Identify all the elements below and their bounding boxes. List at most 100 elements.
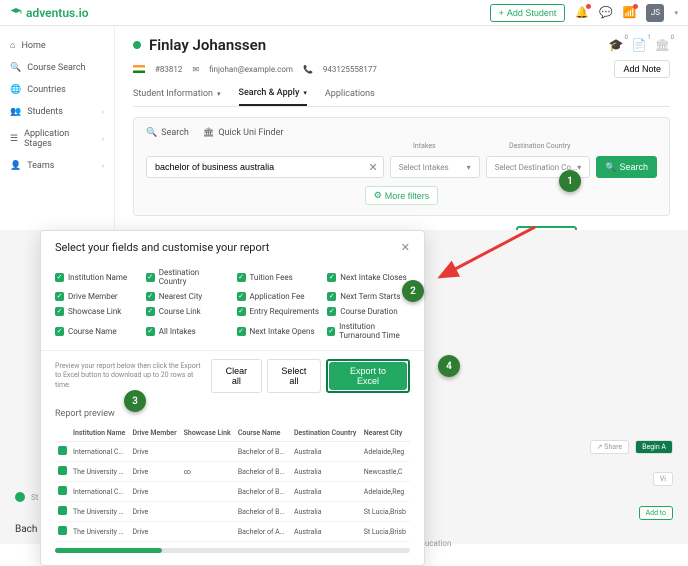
table-row[interactable]: International CollegeDriveBachelor of Bu… [55,442,410,462]
check-icon: ✓ [327,307,336,316]
sidebar-item-students[interactable]: 👥Students› [0,101,114,123]
step-2: 2 [402,280,424,302]
table-row[interactable]: International CollegeDriveBachelor of Bu… [55,482,410,502]
field-checkbox[interactable]: ✓Next Intake Closes [327,268,410,286]
row-check-icon[interactable] [58,486,67,495]
check-icon: ✓ [327,273,336,282]
preview-table: Institution NameDrive MemberShowcase Lin… [55,425,410,542]
view-bg[interactable]: Vi [653,472,673,486]
grad-icon[interactable]: 🎓0 [609,38,624,52]
tab-student-info[interactable]: Student Information▾ [133,88,221,106]
field-checkbox[interactable]: ✓Course Name [55,322,138,340]
tab-applications[interactable]: Applications [325,88,375,106]
users-icon: 👥 [10,107,21,117]
row-check-icon[interactable] [58,446,67,455]
team-icon: 👤 [10,161,21,171]
sidebar-item-course-search[interactable]: 🔍Course Search [0,57,114,79]
flag-icon [133,65,145,73]
add-student-button[interactable]: + Add Student [490,4,566,22]
student-phone: 943125558177 [323,65,377,74]
check-icon: ✓ [327,292,336,301]
check-icon: ✓ [146,292,155,301]
tabs: Student Information▾ Search & Apply▾ App… [133,88,670,107]
brand-logo[interactable]: adventus.io [10,6,89,20]
col-header: Institution Name [70,425,130,442]
table-row[interactable]: The University of QuDriveBachelor of Adv… [55,522,410,542]
field-checkbox[interactable]: ✓Application Fee [237,292,320,301]
doc-icon[interactable]: 📄1 [632,38,647,52]
add-note-button[interactable]: Add Note [614,60,670,78]
table-row[interactable]: The University of QuDriveBachelor of Bus… [55,502,410,522]
chat-icon[interactable]: 💬 [599,6,613,19]
close-icon[interactable]: ✕ [401,241,410,254]
share-bg[interactable]: ↗ Share [590,440,629,454]
search-button[interactable]: 🔍 Search [596,156,657,178]
search-icon: 🔍 [10,63,21,73]
student-email: finjohan@example.com [209,65,293,74]
field-checkbox[interactable]: ✓Showcase Link [55,307,138,316]
home-icon: ⌂ [10,40,15,51]
field-checkbox[interactable]: ✓Institution Turnaround Time [327,322,410,340]
export-modal: Select your fields and customise your re… [40,230,425,566]
field-checkbox[interactable]: ✓Drive Member [55,292,138,301]
check-icon: ✓ [237,292,246,301]
field-checkbox[interactable]: ✓Destination Country [146,268,229,286]
chevron-down-icon: ▾ [217,90,221,98]
check-icon: ✓ [237,307,246,316]
check-icon: ✓ [55,307,64,316]
begin-bg[interactable]: Begin A [635,440,673,454]
student-id: #83812 [155,65,182,74]
col-header: Showcase Link [181,425,235,442]
avatar[interactable]: JS [646,4,664,22]
select-all-button[interactable]: Select all [267,359,321,393]
export-hint: Preview your report below then click the… [55,362,205,389]
row-check-icon[interactable] [58,466,67,475]
chevron-down-icon[interactable]: ▾ [674,9,678,17]
field-checkbox[interactable]: ✓All Intakes [146,322,229,340]
clear-all-button[interactable]: Clear all [211,359,262,393]
field-checkbox[interactable]: ✓Entry Requirements [237,307,320,316]
header-mini-icons: 🎓0 📄1 🏛0 [609,38,670,52]
export-excel-button[interactable]: Export to Excel [329,362,407,390]
field-checkbox[interactable]: ✓Course Duration [327,307,410,316]
field-checkbox[interactable]: ✓Nearest City [146,292,229,301]
field-checkbox[interactable]: ✓Institution Name [55,268,138,286]
check-icon: ✓ [55,327,64,336]
rss-icon[interactable]: 📶 [623,6,637,19]
globe-icon: 🌐 [10,85,21,95]
check-icon: ✓ [327,327,335,336]
row-check-icon[interactable] [58,526,67,535]
add-bg[interactable]: Add to [639,506,673,520]
intakes-select[interactable]: Select Intakes▾ [390,156,480,178]
student-name: Finlay Johanssen [149,36,266,54]
search-link[interactable]: 🔍 Search [146,128,189,138]
table-row[interactable]: The University of NeDrive∞Bachelor of Bu… [55,462,410,482]
field-checkbox[interactable]: ✓Next Term Starts [327,292,410,301]
check-icon: ✓ [146,273,155,282]
scroll-track[interactable] [55,548,410,553]
sidebar-item-home[interactable]: ⌂Home [0,34,114,57]
intakes-label: Intakes [413,142,503,150]
quick-finder-link[interactable]: 🏛 Quick Uni Finder [203,128,284,138]
sidebar-item-teams[interactable]: 👤Teams› [0,155,114,177]
bank-icon[interactable]: 🏛0 [655,38,670,52]
sidebar-item-countries[interactable]: 🌐Countries [0,79,114,101]
bell-icon[interactable]: 🔔 [575,6,589,19]
check-icon: ✓ [146,327,155,336]
search-card: 🔍 Search 🏛 Quick Uni Finder IntakesDesti… [133,117,670,216]
step-3: 3 [124,390,146,412]
field-checkbox[interactable]: ✓Course Link [146,307,229,316]
more-filters-button[interactable]: ⚙ More filters [365,186,439,205]
field-checkbox[interactable]: ✓Tuition Fees [237,268,320,286]
tab-search-apply[interactable]: Search & Apply▾ [239,88,307,106]
check-icon: ✓ [146,307,155,316]
chevron-down-icon: ▾ [577,163,581,172]
field-checkbox[interactable]: ✓Next Intake Opens [237,322,320,340]
col-header: Drive Member [130,425,181,442]
row-check-icon[interactable] [58,506,67,515]
sidebar-item-app-stages[interactable]: ☰Application Stages› [0,123,114,155]
search-query-input[interactable]: ✕ [146,156,384,178]
clear-icon[interactable]: ✕ [368,161,377,174]
search-field[interactable] [146,156,384,178]
chevron-right-icon: › [102,162,104,170]
